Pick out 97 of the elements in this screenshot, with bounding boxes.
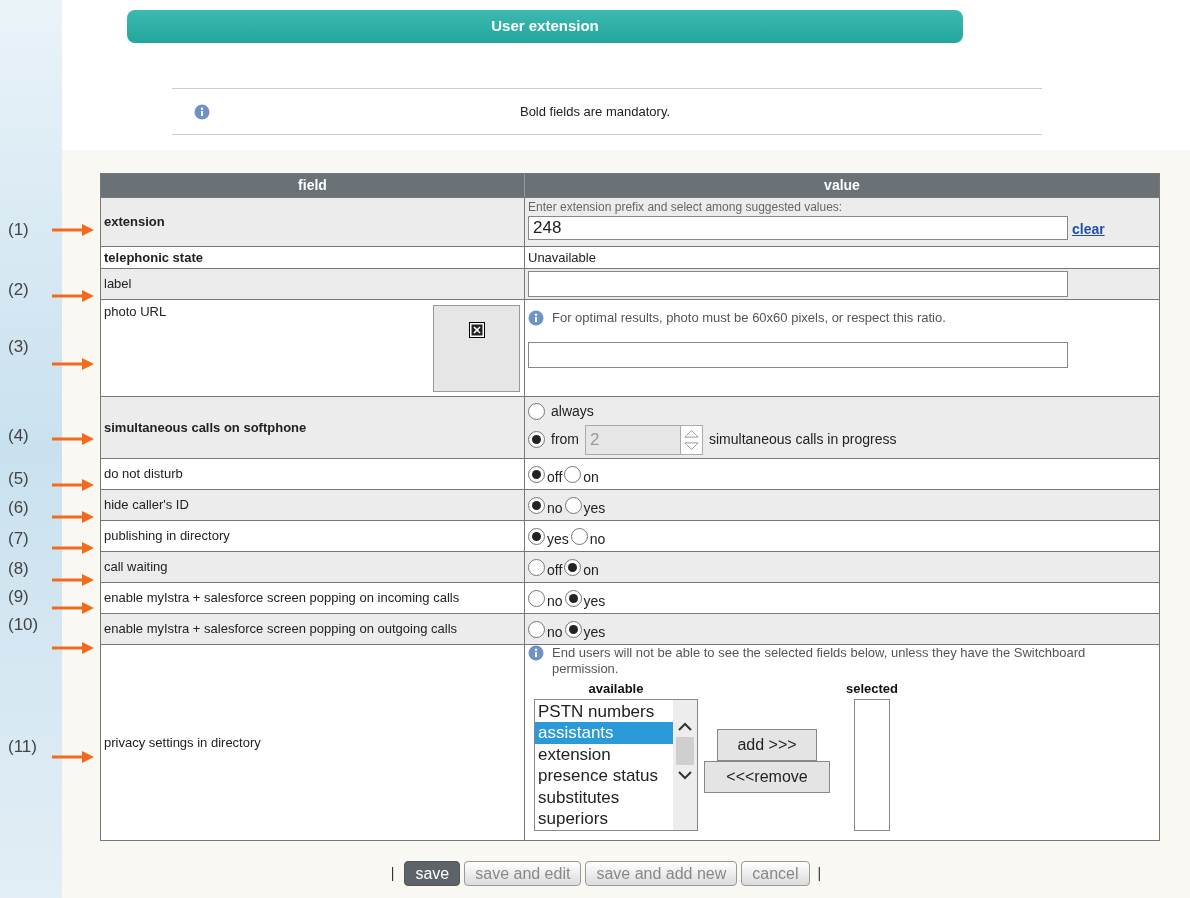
arrow-icon — [52, 642, 94, 654]
arrow-icon — [52, 511, 94, 523]
radio-button[interactable] — [564, 465, 582, 483]
count-value: 2 — [589, 428, 601, 451]
label-input[interactable] — [528, 271, 1068, 297]
option-label: no — [547, 498, 563, 518]
field-label: privacy settings in directory — [104, 733, 261, 752]
field-label: enable myIstra + salesforce screen popping on incoming calls — [104, 589, 460, 608]
option-label: yes — [583, 622, 606, 642]
list-option[interactable]: substitutes — [535, 786, 673, 808]
suffix-text: simultaneous calls in progress — [709, 430, 897, 449]
arrow-icon — [52, 574, 94, 586]
separator: | — [817, 864, 822, 883]
remove-button[interactable]: <<<remove — [704, 761, 830, 793]
chevron-up-icon — [678, 721, 692, 731]
broken-image-icon — [468, 322, 485, 338]
arrow-icon — [52, 224, 94, 236]
option-label: yes — [547, 529, 569, 549]
option-label: always — [551, 401, 594, 421]
scrollbar[interactable] — [673, 699, 697, 830]
available-list[interactable]: PSTN numbers assistants extension presence status substitutes superiors — [534, 698, 698, 831]
hint-text: End users will not be able to see the selected fields below, unless they have the Switchboard permission. — [552, 645, 1087, 677]
field-label: publishing in directory — [104, 527, 230, 546]
page-title: User extension — [491, 16, 599, 37]
available-heading: available — [588, 680, 644, 698]
annotation-number: (7) — [8, 528, 29, 550]
option-label: no — [547, 591, 563, 611]
arrow-icon — [52, 602, 94, 614]
state-text: Unavailable — [528, 248, 596, 267]
radio-button[interactable] — [528, 620, 545, 638]
list-option[interactable]: presence status — [535, 765, 673, 787]
option-label: no — [547, 622, 563, 642]
annotation-number: (9) — [8, 586, 29, 608]
arrow-icon — [52, 290, 94, 302]
radio-button[interactable] — [528, 527, 545, 545]
option-label: off — [547, 467, 563, 487]
option-label: no — [589, 529, 606, 549]
selected-list[interactable] — [854, 698, 890, 831]
field-label: photo URL — [104, 303, 167, 321]
separator: | — [390, 864, 395, 883]
field-label: call waiting — [104, 558, 168, 577]
annotation-number: (5) — [8, 468, 29, 490]
arrow-icon — [52, 751, 94, 763]
arrow-icon — [52, 542, 94, 554]
radio-button[interactable] — [528, 465, 545, 483]
extension-input[interactable]: 248 — [528, 216, 1068, 240]
info-icon — [528, 309, 544, 326]
option-label: on — [583, 467, 599, 487]
clear-link[interactable]: clear — [1072, 219, 1105, 240]
list-option[interactable]: superiors — [535, 808, 673, 830]
radio-button[interactable] — [564, 620, 582, 638]
annotation-number: (6) — [8, 497, 29, 519]
field-label: enable myIstra + salesforce screen popping on outgoing calls — [104, 620, 458, 639]
radio-button[interactable] — [564, 496, 582, 514]
option-label: on — [583, 560, 599, 580]
field-label: simultaneous calls on softphone — [104, 418, 307, 437]
save-button[interactable]: save — [404, 861, 461, 886]
scrollbar-thumb[interactable] — [676, 736, 694, 765]
radio-button[interactable] — [564, 558, 582, 576]
option-label: from — [551, 430, 579, 449]
option-label: off — [547, 560, 563, 580]
column-header: value — [823, 176, 861, 195]
info-icon — [194, 103, 210, 120]
add-button[interactable]: add >>> — [717, 729, 817, 761]
spinner-arrows-icon — [680, 425, 702, 454]
annotation-number: (11) — [8, 736, 37, 758]
arrow-icon — [52, 479, 94, 491]
annotation-number: (1) — [8, 219, 29, 241]
annotation-number: (2) — [8, 279, 29, 301]
radio-button[interactable] — [528, 402, 545, 420]
notice-text: Bold fields are mandatory. — [518, 102, 672, 121]
annotation-number: (3) — [8, 336, 29, 358]
arrow-icon — [52, 358, 94, 370]
arrow-icon — [52, 433, 94, 445]
option-label: yes — [583, 591, 606, 611]
radio-button[interactable] — [564, 589, 582, 607]
radio-button[interactable] — [528, 558, 545, 576]
field-label: do not disturb — [104, 465, 183, 484]
chevron-down-icon — [678, 770, 692, 780]
radio-button[interactable] — [570, 527, 588, 545]
field-label: label — [104, 275, 132, 294]
radio-button[interactable] — [528, 431, 545, 448]
list-option[interactable]: extension — [535, 743, 673, 765]
hint-text: For optimal results, photo must be 60x60 pixels, or respect this ratio. — [552, 309, 946, 327]
selected-heading: selected — [846, 680, 899, 698]
photo-url-input[interactable] — [528, 341, 1068, 368]
hint-text: Enter extension prefix and select among suggested values: — [528, 199, 844, 216]
annotation-number: (4) — [8, 425, 29, 447]
radio-button[interactable] — [528, 589, 545, 607]
option-label: yes — [583, 498, 606, 518]
list-option[interactable]: PSTN numbers — [535, 700, 673, 722]
field-label: extension — [104, 213, 165, 232]
radio-button[interactable] — [528, 496, 545, 514]
annotation-number: (10) — [8, 614, 39, 636]
field-label: telephonic state — [104, 248, 203, 267]
annotation-number: (8) — [8, 558, 29, 580]
field-label: hide caller's ID — [104, 496, 189, 515]
